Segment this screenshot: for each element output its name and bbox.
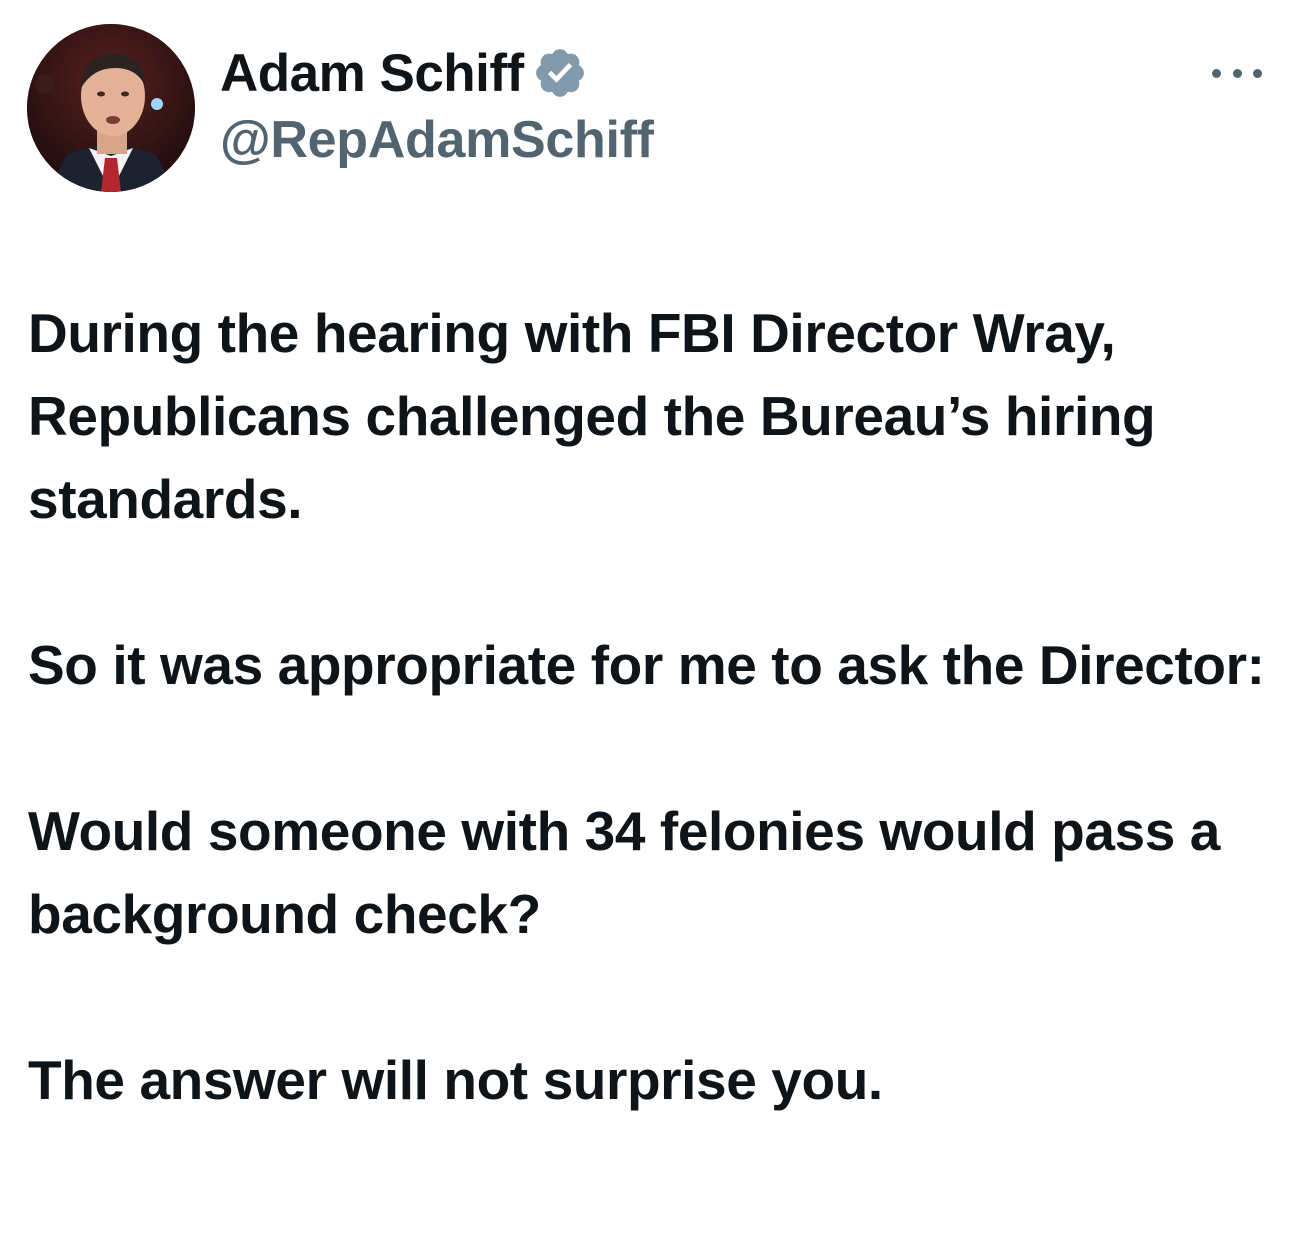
more-dot xyxy=(1253,68,1262,78)
avatar-photo xyxy=(27,24,195,192)
tweet-text: During the hearing with FBI Director Wra… xyxy=(28,292,1268,1122)
verified-badge-icon xyxy=(532,45,588,101)
tweet-card: Adam Schiff @RepAdamSchiff During the he… xyxy=(0,0,1290,1249)
more-options-icon[interactable] xyxy=(1212,58,1262,88)
name-row: Adam Schiff xyxy=(220,38,654,108)
avatar[interactable] xyxy=(27,24,195,192)
more-dot xyxy=(1212,68,1221,78)
user-handle[interactable]: @RepAdamSchiff xyxy=(220,110,654,170)
tweet-paragraph: Would someone with 34 felonies would pas… xyxy=(28,800,1220,945)
tweet-paragraph: The answer will not surprise you. xyxy=(28,1049,883,1111)
tweet-header: Adam Schiff @RepAdamSchiff xyxy=(220,38,654,170)
display-name[interactable]: Adam Schiff xyxy=(220,43,524,104)
more-dot xyxy=(1232,68,1242,78)
tweet-paragraph: So it was appropriate for me to ask the … xyxy=(28,634,1265,696)
tweet-paragraph: During the hearing with FBI Director Wra… xyxy=(28,302,1156,530)
